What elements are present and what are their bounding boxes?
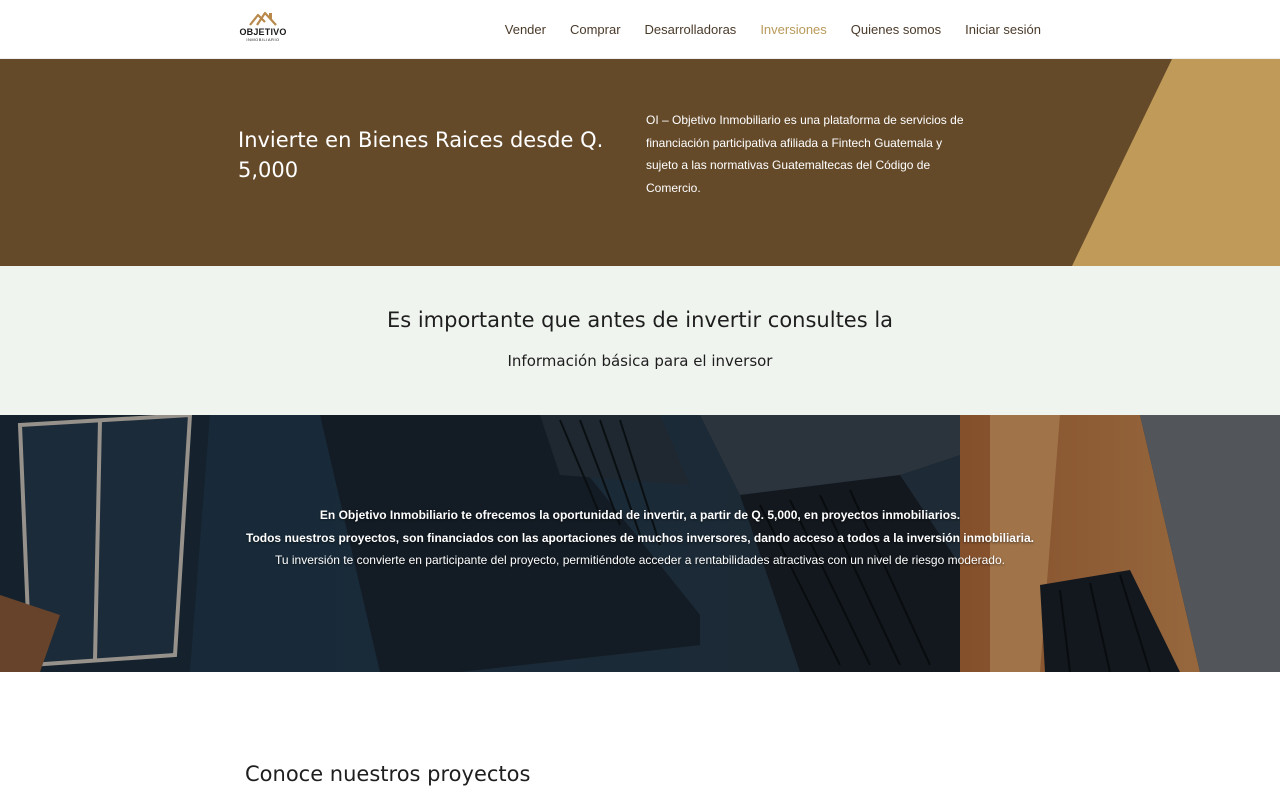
building-photo-section: En Objetivo Inmobiliario te ofrecemos la… [0,415,1280,672]
nav-vender[interactable]: Vender [505,22,546,37]
logo-name: OBJETIVO [239,27,287,37]
hero-section: Invierte en Bienes Raices desde Q. 5,000… [0,59,1280,266]
intro-line-3: Tu inversión te convierte en participant… [275,553,1005,568]
investor-info-link[interactable]: Información básica para el inversor [0,352,1280,370]
intro-line-1: En Objetivo Inmobiliario te ofrecemos la… [319,508,961,522]
logo[interactable]: OBJETIVO INMOBILIARIO [238,10,288,48]
hero-description: OI – Objetivo Inmobiliario es una plataf… [646,113,964,196]
logo-subtitle: INMOBILIARIO [246,37,280,42]
nav-quienes-somos[interactable]: Quienes somos [851,22,941,37]
nav-inversiones[interactable]: Inversiones [760,22,826,37]
hero-accent-shape [1072,59,1280,266]
main-nav: Vender Comprar Desarrolladoras Inversion… [505,0,1041,59]
investor-info-section: Es importante que antes de invertir cons… [0,266,1280,415]
info-title: Es importante que antes de invertir cons… [386,308,894,332]
nav-desarrolladoras[interactable]: Desarrolladoras [645,22,737,37]
investment-intro-text: En Objetivo Inmobiliario te ofrecemos la… [0,504,1280,572]
projects-title: Conoce nuestros proyectos [245,762,531,786]
house-roof-logo-icon [249,11,277,26]
site-header: OBJETIVO INMOBILIARIO Vender Comprar Des… [0,0,1280,59]
intro-line-2: Todos nuestros proyectos, son financiado… [246,530,1034,545]
nav-comprar[interactable]: Comprar [570,22,621,37]
hero-title: Invierte en Bienes Raices desde Q. 5,000 [238,128,604,182]
nav-iniciar-sesion[interactable]: Iniciar sesión [965,22,1041,37]
